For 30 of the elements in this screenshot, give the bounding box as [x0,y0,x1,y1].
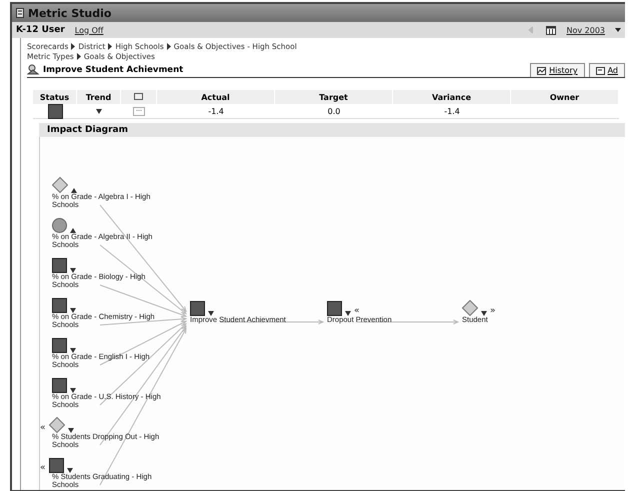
view-tab[interactable]: Ad [588,63,625,77]
section-title: Impact Diagram [47,125,128,135]
column-header: Target [275,90,393,104]
breadcrumb-arrow-icon [166,42,171,50]
view-tab[interactable]: History [530,63,585,77]
column-header: Owner [511,90,619,104]
app-icon [16,8,24,18]
note-icon [134,93,143,101]
period-link[interactable]: Nov 2003 [566,26,605,34]
user-name: K-12 User [16,25,65,35]
change-marker: » [490,307,496,316]
change-marker: « [40,424,46,433]
window-title: Metric Studio [28,6,112,20]
table-cell: 0.0 [275,104,393,119]
column-header: Actual [157,90,275,104]
column-header: Variance [393,90,511,104]
breadcrumb-arrow-icon [108,42,112,50]
logoff-link[interactable]: Log Off [74,26,104,34]
table-cell: -1.4 [157,104,275,119]
change-marker: « [354,307,360,316]
change-marker: « [40,464,46,473]
column-header: Status [33,90,77,104]
calendar-icon[interactable] [546,26,556,34]
metric-title: Improve Student Achievment [43,65,184,77]
line-chart-icon [537,66,546,74]
metric-icon [27,64,39,75]
dropdown-caret-icon[interactable] [615,28,621,32]
table-cell: -1.4 [393,104,511,119]
document-icon [596,66,605,74]
column-header: Trend [77,90,121,104]
